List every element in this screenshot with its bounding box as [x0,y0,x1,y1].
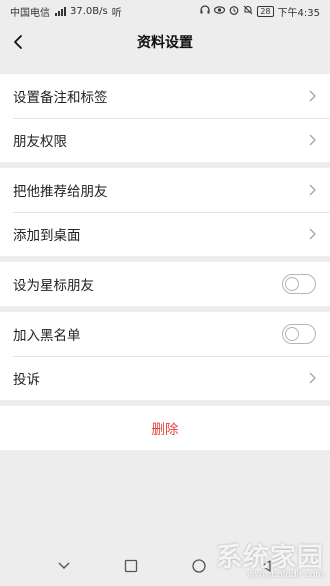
clock: 下午4:35 [277,7,320,19]
complain-item[interactable]: 投诉 [0,356,330,400]
star-friend-toggle[interactable] [282,274,316,294]
settings-group-star: 设为星标朋友 [0,262,330,306]
blacklist-item: 加入黑名单 [0,312,330,356]
delete-button[interactable]: 删除 [0,406,330,450]
list-item-label: 朋友权限 [13,134,67,150]
settings-group-block: 加入黑名单 投诉 [0,312,330,400]
set-remark-tags-item[interactable]: 设置备注和标签 [0,74,330,118]
triangle-back-icon [261,560,271,572]
chevron-right-icon [308,134,316,146]
list-item-label: 添加到桌面 [13,228,81,244]
add-to-desktop-item[interactable]: 添加到桌面 [0,212,330,256]
friend-permissions-item[interactable]: 朋友权限 [0,118,330,162]
signal-icon [55,6,66,16]
delete-label: 删除 [151,422,179,438]
hide-nav-button[interactable] [53,555,75,577]
home-button[interactable] [188,555,210,577]
list-item-label: 设为星标朋友 [13,278,94,294]
carrier-label: 中国电信 [10,7,50,19]
headset-icon [200,4,210,18]
toggle-knob [284,276,299,291]
status-bar: 中国电信 37.0B/s 听 28 下午4:35 [0,0,330,22]
chevron-right-icon [308,90,316,102]
settings-group-share: 把他推荐给朋友 添加到桌面 [0,168,330,256]
list-item-label: 投诉 [13,372,40,388]
system-nav-bar [0,546,330,586]
circle-icon [192,559,206,573]
battery-indicator: 28 [257,5,274,17]
mute-icon [243,5,253,18]
status-extra: 听 [111,7,122,19]
alarm-icon [229,5,239,18]
eye-icon [214,5,226,18]
square-icon [125,559,138,573]
chevron-right-icon [308,228,316,240]
settings-group-remark: 设置备注和标签 朋友权限 [0,74,330,162]
back-button[interactable] [8,32,28,52]
header-bar: 资料设置 [0,22,330,62]
chevron-down-icon [58,562,70,569]
blacklist-toggle[interactable] [282,324,316,344]
network-speed: 37.0B/s [70,5,108,17]
recommend-to-friend-item[interactable]: 把他推荐给朋友 [0,168,330,212]
chevron-right-icon [308,372,316,384]
toggle-knob [284,326,299,341]
list-item-label: 加入黑名单 [13,328,81,344]
recents-button[interactable] [120,555,142,577]
list-item-label: 把他推荐给朋友 [13,184,108,200]
page-title: 资料设置 [137,35,193,51]
chevron-left-icon [14,35,22,49]
back-nav-button[interactable] [255,555,277,577]
chevron-right-icon [308,184,316,196]
list-item-label: 设置备注和标签 [13,90,108,106]
star-friend-item: 设为星标朋友 [0,262,330,306]
